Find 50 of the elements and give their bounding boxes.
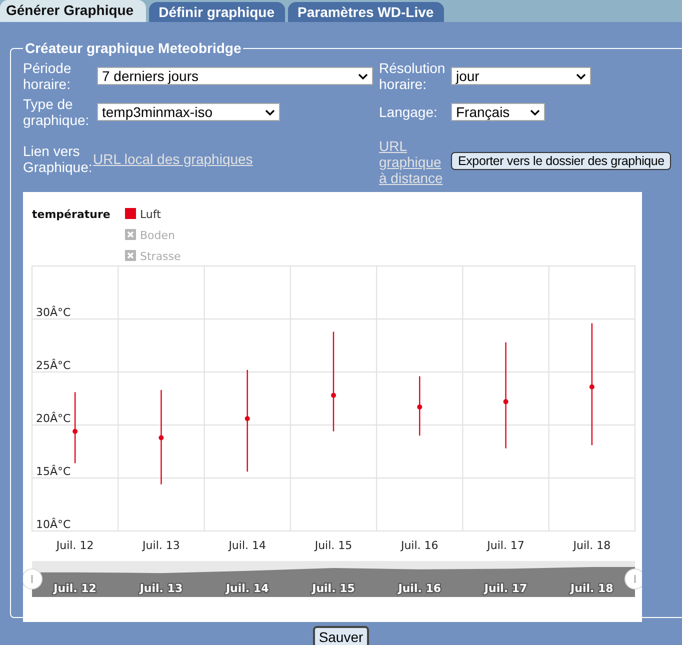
axis-label: 30Â°C	[36, 306, 71, 319]
axis-label: Juil. 17	[487, 539, 524, 552]
navigator-label: Juil. 17	[484, 582, 528, 595]
panel-title: Créateur graphique Meteobridge	[24, 40, 242, 56]
axis-label: Juil. 12	[56, 539, 94, 552]
data-point	[72, 428, 78, 434]
axis-label: Juil. 15	[314, 539, 352, 552]
caret-icon	[265, 108, 275, 116]
axis-label: Juil. 13	[142, 539, 180, 552]
tab[interactable]: Définir graphique	[148, 2, 284, 22]
data-point	[331, 392, 336, 398]
navigator-label: Juil. 14	[226, 582, 269, 595]
axis-label: 10Â°C	[36, 518, 71, 531]
field-label: Résolution horaire:	[379, 60, 446, 92]
navigator-label: Juil. 16	[398, 582, 442, 595]
field-label: Type de graphique:	[23, 96, 90, 128]
export-button[interactable]: Exporter vers le dossier des graphique	[451, 152, 672, 170]
dropdown[interactable]: jour	[451, 67, 591, 85]
navigator-label: Juil. 15	[312, 582, 355, 595]
legend-label: Boden	[140, 229, 175, 242]
axis-label: 25Â°C	[36, 359, 71, 372]
save-button[interactable]: Sauver	[312, 626, 370, 645]
data-point	[503, 399, 508, 404]
field-label: Période horaire:	[23, 60, 72, 92]
legend-label: Luft	[140, 208, 161, 221]
legend-label: Strasse	[140, 250, 181, 263]
legend-title: température	[32, 208, 110, 221]
caret-icon	[576, 72, 586, 80]
axis-label: 20Â°C	[36, 412, 71, 425]
navigator-drawing[interactable]	[23, 561, 642, 597]
navigator-label: Juil. 18	[570, 582, 614, 595]
field-label: Lien vers Graphique:	[23, 143, 93, 175]
tab[interactable]: Paramètres WD-Live	[288, 2, 444, 22]
field-label: Langage:	[379, 104, 438, 120]
navigator-label: Juil. 12	[54, 582, 96, 595]
data-point	[244, 416, 250, 422]
dropdown[interactable]: 7 derniers jours	[97, 67, 373, 85]
data-point	[158, 435, 164, 440]
caret-icon	[530, 108, 540, 116]
navigator-label: Juil. 13	[140, 582, 183, 595]
tab[interactable]: Générer Graphique	[0, 0, 146, 22]
axis-label: Juil. 18	[573, 539, 611, 552]
data-point	[417, 404, 422, 410]
caret-icon	[358, 72, 368, 80]
axis-label: 15Â°C	[36, 465, 71, 478]
axis-label: Juil. 16	[400, 539, 438, 552]
data-point	[589, 384, 594, 390]
dropdown[interactable]: temp3minmax-iso	[97, 103, 280, 121]
dropdown[interactable]: Français	[451, 103, 545, 121]
axis-label: Juil. 14	[228, 539, 266, 552]
